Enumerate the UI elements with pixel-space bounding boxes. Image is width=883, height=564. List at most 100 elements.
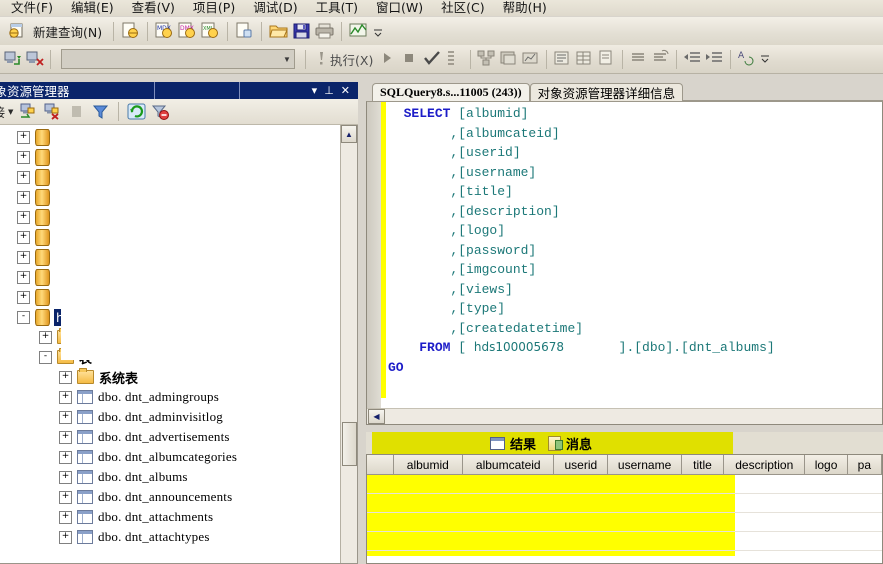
menu-item-view[interactable]: 查看(V)	[123, 0, 184, 18]
parse-icon[interactable]	[422, 49, 443, 69]
menu-item-debug[interactable]: 调试(D)	[244, 0, 306, 18]
execute-button[interactable]: 执行(X)	[311, 48, 377, 70]
new-analysis-mdx-query-icon[interactable]: MDX	[154, 21, 175, 41]
expander-icon[interactable]: +	[59, 531, 72, 544]
results-to-grid-icon[interactable]	[574, 49, 595, 69]
debug-icon[interactable]	[378, 49, 399, 69]
scroll-left-arrow-icon[interactable]: ◀	[368, 409, 385, 424]
tree-node-table[interactable]: + dbo. dnt_advertisements	[0, 427, 357, 447]
column-header-albumid[interactable]: albumid	[394, 455, 464, 474]
tab-results[interactable]: 结果	[486, 432, 544, 455]
close-icon[interactable]: ✕	[341, 85, 350, 96]
open-file-icon[interactable]	[268, 21, 289, 41]
column-header-albumcateid[interactable]: albumcateid	[463, 455, 554, 474]
results-to-file-icon[interactable]	[596, 49, 617, 69]
expander-icon[interactable]: +	[59, 391, 72, 404]
new-analysis-xmla-query-icon[interactable]: XML	[200, 21, 221, 41]
menu-item-file[interactable]: 文件(F)	[2, 0, 62, 18]
oe-disconnect-icon[interactable]	[42, 102, 63, 122]
column-header-title[interactable]: title	[682, 455, 724, 474]
column-header-password[interactable]: pa	[848, 455, 882, 474]
object-explorer-tree[interactable]: + + + +	[0, 125, 358, 564]
expander-icon[interactable]: +	[59, 431, 72, 444]
window-position-dropdown-icon[interactable]: ▾	[312, 85, 318, 96]
new-query-button[interactable]: 新建查询(N)	[3, 20, 107, 42]
scrollbar-thumb[interactable]	[342, 422, 357, 466]
toolbar-overflow-icon[interactable]	[371, 21, 392, 41]
expander-icon[interactable]: +	[59, 411, 72, 424]
new-sql-server-compact-query-icon[interactable]	[234, 21, 255, 41]
increase-indent-icon[interactable]	[704, 49, 725, 69]
filter-icon[interactable]	[90, 102, 111, 122]
menu-item-tools[interactable]: 工具(T)	[307, 0, 367, 18]
table-row[interactable]	[367, 513, 882, 532]
menu-item-project[interactable]: 项目(P)	[184, 0, 244, 18]
column-header-logo[interactable]: logo	[805, 455, 847, 474]
expander-icon[interactable]: +	[39, 331, 52, 344]
expander-icon[interactable]: +	[17, 171, 30, 184]
connect-dropdown-button[interactable]: 连接 ▼	[0, 102, 15, 121]
tree-node-table[interactable]: + dbo. dnt_admingroups	[0, 387, 357, 407]
sql-code[interactable]: SELECT [albumid] ,[albumcateid] ,[userid…	[388, 104, 882, 424]
expander-icon[interactable]: +	[17, 131, 30, 144]
tree-node-tables-folder[interactable]: - 表	[0, 347, 357, 367]
table-row[interactable]	[367, 532, 882, 551]
display-estimated-plan-icon[interactable]	[476, 49, 497, 69]
menu-item-edit[interactable]: 编辑(E)	[62, 0, 123, 18]
available-databases-dropdown[interactable]: ▼	[61, 49, 295, 69]
include-client-statistics-icon[interactable]	[520, 49, 541, 69]
sql-from-database[interactable]: hds100005678	[474, 340, 564, 354]
connect-icon[interactable]	[2, 49, 23, 69]
expander-icon[interactable]: +	[17, 251, 30, 264]
comment-icon[interactable]	[628, 49, 649, 69]
expander-icon[interactable]: +	[59, 471, 72, 484]
table-row[interactable]	[367, 494, 882, 513]
expander-icon[interactable]: +	[59, 371, 72, 384]
oe-connect-icon[interactable]	[18, 102, 39, 122]
editor-horizontal-scrollbar[interactable]: ◀	[367, 408, 882, 424]
results-to-text-icon[interactable]	[552, 49, 573, 69]
expander-icon[interactable]: +	[17, 291, 30, 304]
column-header-username[interactable]: username	[608, 455, 682, 474]
tab-object-explorer-details[interactable]: 对象资源管理器详细信息	[530, 83, 684, 101]
expander-icon[interactable]: +	[59, 451, 72, 464]
include-actual-plan-icon[interactable]	[498, 49, 519, 69]
column-header-description[interactable]: description	[724, 455, 805, 474]
activity-monitor-icon[interactable]	[348, 21, 369, 41]
expander-icon[interactable]: +	[17, 211, 30, 224]
expander-icon[interactable]: +	[17, 271, 30, 284]
expander-icon[interactable]: -	[17, 311, 30, 324]
column-header-userid[interactable]: userid	[554, 455, 608, 474]
menu-item-window[interactable]: 窗口(W)	[367, 0, 432, 18]
tree-vertical-scrollbar[interactable]: ▲	[340, 125, 357, 563]
disconnect-icon[interactable]	[24, 49, 45, 69]
expander-icon[interactable]: +	[17, 151, 30, 164]
cancel-refresh-icon[interactable]	[150, 102, 171, 122]
decrease-indent-icon[interactable]	[682, 49, 703, 69]
tree-node-table[interactable]: + dbo. dnt_announcements	[0, 487, 357, 507]
uncomment-icon[interactable]	[650, 49, 671, 69]
query-options-icon[interactable]	[444, 49, 465, 69]
spell-check-icon[interactable]: A	[736, 49, 757, 69]
stop-icon[interactable]	[400, 49, 421, 69]
tree-node-table[interactable]: + dbo. dnt_albumcategories	[0, 447, 357, 467]
tree-node-selected-database[interactable]: - hds100005678	[0, 307, 357, 327]
menu-item-community[interactable]: 社区(C)	[432, 0, 493, 18]
save-icon[interactable]	[291, 21, 312, 41]
table-row[interactable]	[367, 475, 882, 494]
auto-hide-pin-icon[interactable]: ⊥	[324, 85, 334, 96]
scroll-up-arrow-icon[interactable]: ▲	[341, 125, 357, 143]
sql-text-editor[interactable]: SELECT [albumid] ,[albumcateid] ,[userid…	[366, 101, 883, 425]
expander-icon[interactable]: +	[17, 191, 30, 204]
expander-icon[interactable]: +	[59, 491, 72, 504]
tab-messages[interactable]: 消息	[544, 432, 600, 455]
tree-node-table[interactable]: + dbo. dnt_attachments	[0, 507, 357, 527]
oe-stop-icon[interactable]	[66, 102, 87, 122]
tree-node-table[interactable]: + dbo. dnt_attachtypes	[0, 527, 357, 547]
toolbar-overflow-icon[interactable]	[758, 49, 779, 69]
expander-icon[interactable]: -	[39, 351, 52, 364]
new-analysis-dmx-query-icon[interactable]: DMX	[177, 21, 198, 41]
expander-icon[interactable]: +	[59, 511, 72, 524]
tree-node-system-tables[interactable]: + 系统表	[0, 367, 357, 387]
tree-node-database-diagrams[interactable]: + 数据库关系图	[0, 327, 357, 347]
